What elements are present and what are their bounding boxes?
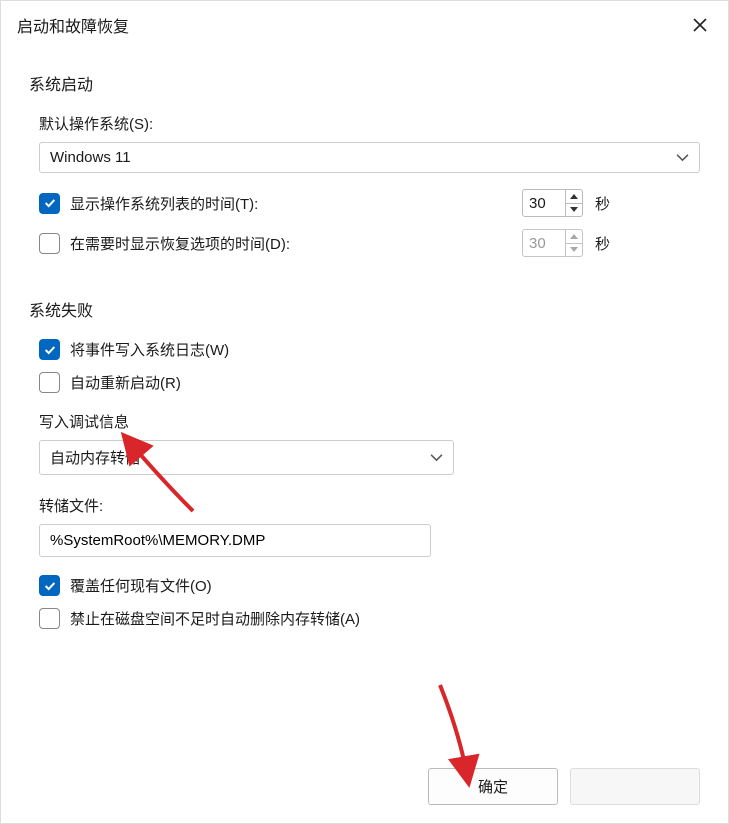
show-os-list-spinner[interactable]: [522, 189, 583, 217]
show-recovery-label: 在需要时显示恢复选项的时间(D):: [70, 233, 290, 254]
seconds-unit: 秒: [595, 233, 619, 254]
debug-info-title: 写入调试信息: [39, 411, 700, 432]
spinner-up-icon[interactable]: [566, 190, 582, 204]
auto-restart-label: 自动重新启动(R): [70, 372, 181, 393]
cancel-button[interactable]: [570, 768, 700, 805]
spinner-up-icon: [566, 230, 582, 244]
debug-info-value: 自动内存转储: [50, 447, 140, 468]
show-recovery-value: [523, 230, 565, 256]
show-recovery-spinner: [522, 229, 583, 257]
no-low-disk-label: 禁止在磁盘空间不足时自动删除内存转储(A): [70, 608, 360, 629]
startup-group-title: 系统启动: [29, 71, 700, 95]
overwrite-label: 覆盖任何现有文件(O): [70, 575, 212, 596]
show-os-list-value[interactable]: [523, 190, 565, 216]
show-os-list-checkbox[interactable]: [39, 193, 60, 214]
write-event-checkbox[interactable]: [39, 339, 60, 360]
close-icon[interactable]: [686, 11, 714, 39]
default-os-value: Windows 11: [50, 149, 131, 166]
show-os-list-label: 显示操作系统列表的时间(T):: [70, 193, 258, 214]
default-os-label: 默认操作系统(S):: [39, 113, 700, 134]
show-recovery-checkbox[interactable]: [39, 233, 60, 254]
seconds-unit: 秒: [595, 193, 619, 214]
no-low-disk-checkbox[interactable]: [39, 608, 60, 629]
overwrite-checkbox[interactable]: [39, 575, 60, 596]
write-event-label: 将事件写入系统日志(W): [70, 339, 229, 360]
dialog-title: 启动和故障恢复: [17, 13, 129, 37]
default-os-select[interactable]: Windows 11: [39, 142, 700, 173]
ok-button[interactable]: 确定: [428, 768, 558, 805]
spinner-down-icon[interactable]: [566, 204, 582, 217]
debug-info-select[interactable]: 自动内存转储: [39, 440, 454, 475]
chevron-down-icon: [676, 151, 689, 164]
auto-restart-checkbox[interactable]: [39, 372, 60, 393]
dump-file-input[interactable]: [39, 524, 431, 557]
dump-file-label: 转储文件:: [39, 495, 700, 516]
sysfail-group-title: 系统失败: [29, 297, 700, 321]
chevron-down-icon: [430, 451, 443, 464]
spinner-down-icon: [566, 244, 582, 257]
